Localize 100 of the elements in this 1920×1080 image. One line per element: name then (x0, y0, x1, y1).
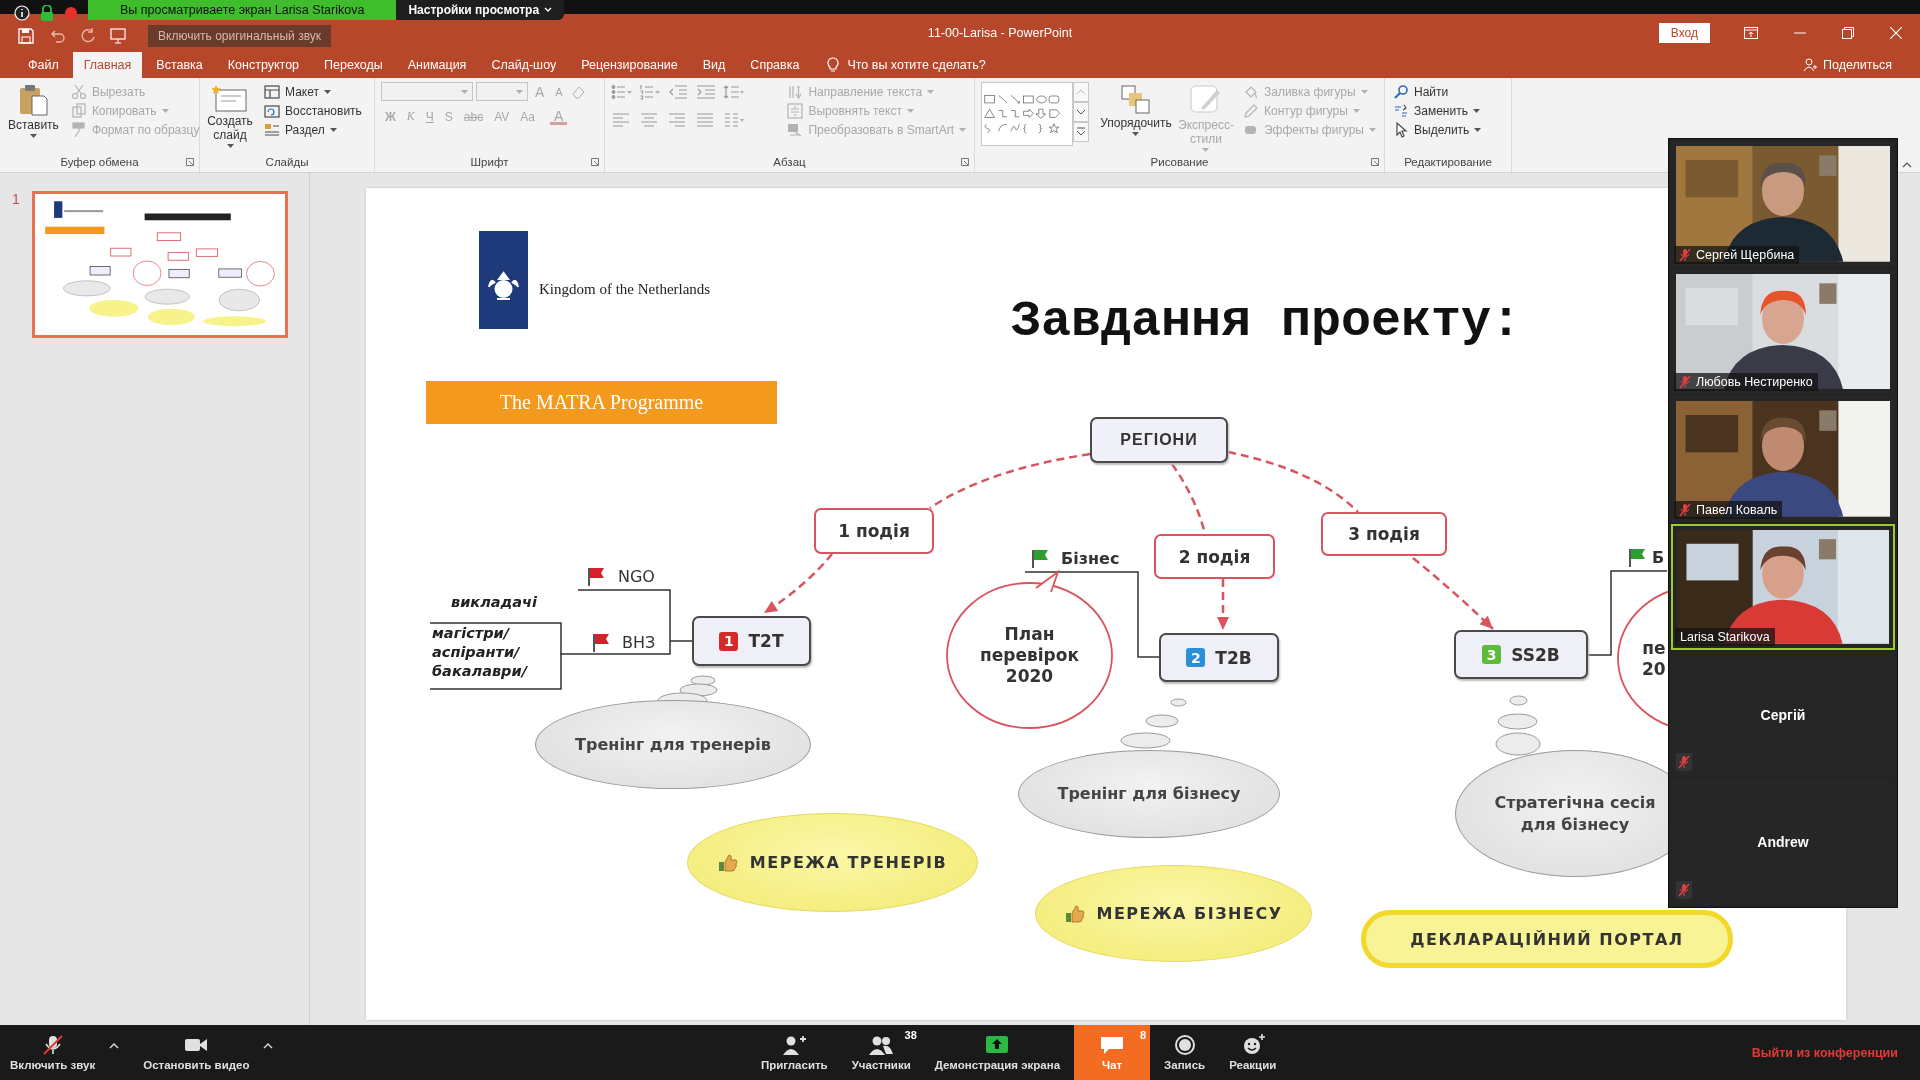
ribbon-tab[interactable]: Рецензирование (570, 52, 689, 78)
ribbon-tab[interactable]: Файл (17, 52, 70, 78)
search-icon (1393, 83, 1409, 100)
dialog-launcher-icon[interactable] (186, 158, 194, 166)
unmute-button[interactable]: Включить звук (4, 1025, 102, 1080)
slide-title: Завдання проекту: (1011, 293, 1522, 350)
collapse-ribbon-icon[interactable] (1902, 162, 1912, 168)
meeting-control-button[interactable]: 38 Участники (841, 1025, 921, 1080)
lock-icon[interactable] (40, 5, 54, 21)
close-icon[interactable] (1890, 27, 1902, 39)
dashed-arrow (1217, 579, 1229, 630)
scissors-icon (70, 83, 87, 100)
ribbon-command[interactable]: Макет (262, 82, 364, 101)
save-icon[interactable] (18, 28, 34, 44)
dialog-launcher-icon[interactable] (591, 158, 599, 166)
flag-label: Б (1652, 548, 1665, 568)
group-label: Рисование (1150, 155, 1209, 170)
flag-label: Бізнес (1061, 549, 1120, 569)
audience-label: викладачі (451, 593, 537, 612)
ribbon-tab[interactable]: Анимация (396, 52, 478, 78)
meeting-control-button[interactable]: Реакции (1219, 1025, 1287, 1080)
ribbon-tab[interactable]: Справка (739, 52, 811, 78)
screen-share-banner: Вы просматриваете экран Larisa Starikova (88, 0, 397, 20)
group-label: Шрифт (470, 155, 509, 170)
ribbon-tab[interactable]: Конструктор (216, 52, 311, 78)
topic-node: 2 подія (1154, 534, 1275, 579)
view-options-menu[interactable]: Настройки просмотра (396, 0, 565, 20)
tell-me-search[interactable]: Что вы хотите сделать? (847, 58, 986, 72)
caret-icon (29, 134, 37, 138)
paste-button[interactable]: Вставить (6, 82, 61, 140)
muted-microphone-icon (1679, 247, 1691, 262)
ribbon-command[interactable]: Выделить (1391, 120, 1484, 139)
redo-icon[interactable] (80, 28, 96, 44)
ribbon-tab[interactable]: Главная (72, 52, 143, 78)
caret-icon (461, 89, 468, 94)
ribbon-command[interactable]: Найти (1391, 82, 1484, 101)
caret-icon (1472, 108, 1480, 113)
number-badge: 2 (1186, 648, 1206, 667)
slide-thumbnail[interactable] (32, 191, 288, 338)
bullets-icon[interactable] (611, 84, 633, 100)
meeting-control-button[interactable]: 8 Чат (1074, 1025, 1151, 1080)
participant-name: Любовь Нестиренко (1696, 375, 1813, 390)
meeting-control-button[interactable]: Запись (1154, 1025, 1216, 1080)
thought-bubble: Тренінг для тренерів (535, 700, 811, 789)
participant-name: Andrew (1757, 834, 1809, 851)
restore-icon[interactable] (1842, 27, 1854, 39)
meeting-control-button[interactable]: Пригласить (750, 1025, 838, 1080)
dialog-launcher-icon[interactable] (961, 158, 969, 166)
caret-icon (1369, 127, 1376, 132)
caret-icon (1474, 127, 1482, 132)
slideshow-icon[interactable] (110, 28, 128, 44)
topic-node: 1 подія (814, 508, 934, 554)
ribbon-command[interactable]: Восстановить (262, 101, 364, 120)
scroll-down-icon[interactable] (1073, 102, 1089, 122)
copy-icon (70, 102, 87, 119)
dashed-arrow (763, 553, 833, 615)
share-screen-icon (984, 1034, 1011, 1056)
outcome-label: МЕРЕЖА БІЗНЕСУ (1096, 904, 1283, 923)
info-icon[interactable] (14, 5, 30, 21)
font-size-field[interactable] (476, 82, 528, 101)
new-slide-button[interactable]: Создать слайд (206, 82, 254, 150)
pointer-icon (1393, 121, 1409, 138)
participant-name: Larisa Starikova (1680, 629, 1770, 644)
group-label: Буфер обмена (60, 155, 139, 170)
ribbon-command[interactable]: Заменить (1391, 101, 1484, 120)
original-sound-button[interactable]: Включить оригинальный звук (148, 25, 331, 47)
arrange-icon (1120, 84, 1152, 114)
topic-node: РЕГІОНИ (1090, 417, 1228, 463)
task-label: SS2B (1511, 644, 1560, 665)
topic-node: 3 подія (1321, 512, 1447, 556)
share-button[interactable]: Поделиться (1796, 52, 1898, 78)
caret-icon (1202, 148, 1210, 152)
spacing-icon[interactable] (723, 84, 745, 100)
replace-icon (1393, 102, 1409, 119)
window-title: 11-00-Larisa - PowerPoint (926, 26, 1073, 40)
ribbon-command[interactable]: Раздел (262, 120, 364, 139)
chat-icon (1099, 1034, 1126, 1056)
ribbon-tab[interactable]: Слайд-шоу (480, 52, 568, 78)
muted-microphone-icon (1679, 375, 1691, 390)
callout-text: пе 20 (1642, 637, 1666, 680)
caret-up-icon[interactable] (109, 1042, 120, 1049)
meeting-control-button[interactable]: Демонстрация экрана (924, 1025, 1071, 1080)
numbering-icon[interactable] (639, 84, 661, 100)
flag-label: ВНЗ (622, 633, 656, 653)
layout-icon (264, 83, 280, 100)
task-label: T2B (1215, 647, 1252, 668)
sign-in-button[interactable]: Вход (1658, 23, 1710, 43)
ribbon-display-icon[interactable] (1744, 27, 1758, 39)
leave-meeting-button[interactable]: Выйти из конференции (1745, 1025, 1920, 1080)
ribbon-tab[interactable]: Переходы (313, 52, 394, 78)
ribbon-tab[interactable]: Вид (691, 52, 737, 78)
programme-banner: The MATRA Programme (426, 381, 777, 424)
thumbs-up-icon (1064, 904, 1085, 923)
caret-up-icon[interactable] (263, 1042, 274, 1049)
muted-microphone-icon (1678, 755, 1690, 770)
dialog-launcher-icon[interactable] (1371, 158, 1379, 166)
stop-video-button[interactable]: Остановить видео (137, 1025, 256, 1080)
ribbon-tab[interactable]: Вставка (145, 52, 214, 78)
arrange-button[interactable]: Упорядочить (1101, 82, 1171, 138)
more-shapes-icon[interactable] (1073, 122, 1089, 142)
